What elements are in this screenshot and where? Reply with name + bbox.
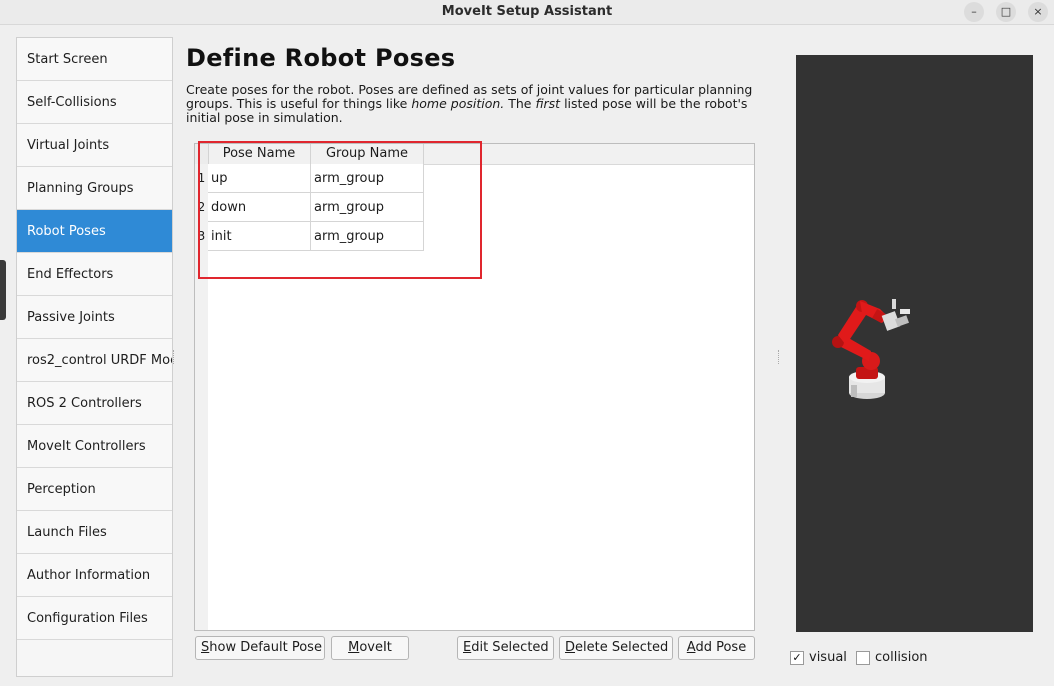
sidebar-item-label: Perception [27, 481, 96, 497]
sidebar-item-label: Planning Groups [27, 180, 134, 196]
sidebar-item-label: ros2_control URDF Moc [27, 352, 172, 368]
sidebar-nav: Start Screen Self-Collisions Virtual Joi… [16, 37, 173, 677]
sidebar-item-author-information[interactable]: Author Information [17, 554, 172, 597]
window-titlebar: MoveIt Setup Assistant – □ × [0, 0, 1054, 25]
sidebar-item-launch-files[interactable]: Launch Files [17, 511, 172, 554]
pose-name-cell[interactable]: up [208, 164, 311, 193]
dock-edge [0, 260, 6, 320]
sidebar-item-label: Launch Files [27, 524, 107, 540]
sidebar-item-moveit-controllers[interactable]: MoveIt Controllers [17, 425, 172, 468]
robot-3d-viewer[interactable] [796, 55, 1033, 632]
table-row[interactable]: 3 init arm_group [195, 222, 424, 251]
sidebar-item-perception[interactable]: Perception [17, 468, 172, 511]
moveit-button[interactable]: MoveIt [331, 636, 409, 660]
sidebar-item-ros2-controllers[interactable]: ROS 2 Controllers [17, 382, 172, 425]
collision-toggle[interactable]: collision [856, 650, 928, 665]
sidebar-item-robot-poses[interactable]: Robot Poses [17, 210, 172, 253]
collision-label: collision [875, 650, 928, 665]
group-name-cell[interactable]: arm_group [311, 193, 424, 222]
robot-arm-model [832, 299, 910, 399]
delete-selected-button[interactable]: Delete Selected [559, 636, 673, 660]
edit-selected-button[interactable]: Edit Selected [457, 636, 554, 660]
close-button[interactable]: × [1028, 2, 1048, 22]
collision-checkbox[interactable] [856, 650, 870, 665]
group-name-cell[interactable]: arm_group [311, 222, 424, 251]
column-header-pose-name[interactable]: Pose Name [208, 144, 311, 164]
window-title: MoveIt Setup Assistant [441, 4, 613, 19]
sidebar-item-label: Start Screen [27, 51, 108, 67]
group-name-cell[interactable]: arm_group [311, 164, 424, 193]
sidebar-item-start-screen[interactable]: Start Screen [17, 38, 172, 81]
right-splitter-handle[interactable] [778, 350, 781, 364]
sidebar-item-label: Robot Poses [27, 223, 106, 239]
sidebar-item-label: Self-Collisions [27, 94, 117, 110]
table-row[interactable]: 2 down arm_group [195, 193, 424, 222]
sidebar-item-planning-groups[interactable]: Planning Groups [17, 167, 172, 210]
pose-name-cell[interactable]: init [208, 222, 311, 251]
sidebar-item-label: End Effectors [27, 266, 114, 282]
sidebar-item-label: Author Information [27, 567, 151, 583]
sidebar-item-label: ROS 2 Controllers [27, 395, 142, 411]
maximize-button[interactable]: □ [996, 2, 1016, 22]
sidebar-item-label: Configuration Files [27, 610, 148, 626]
add-pose-button[interactable]: Add Pose [678, 636, 755, 660]
sidebar-item-ros2-control-urdf[interactable]: ros2_control URDF Moc [17, 339, 172, 382]
visual-label: visual [809, 650, 847, 665]
poses-table[interactable]: Pose Name Group Name 1 up arm_group 2 do… [194, 143, 755, 631]
column-header-group-name[interactable]: Group Name [311, 144, 424, 164]
show-default-pose-button[interactable]: Show Default Pose [195, 636, 325, 660]
visual-toggle[interactable]: ✓ visual [790, 650, 847, 665]
sidebar-item-passive-joints[interactable]: Passive Joints [17, 296, 172, 339]
visual-checkbox[interactable]: ✓ [790, 650, 804, 665]
table-corner [195, 144, 209, 164]
row-number: 1 [195, 164, 208, 193]
sidebar-item-self-collisions[interactable]: Self-Collisions [17, 81, 172, 124]
row-number: 2 [195, 193, 208, 222]
minimize-button[interactable]: – [964, 2, 984, 22]
pose-name-cell[interactable]: down [208, 193, 311, 222]
sidebar-item-end-effectors[interactable]: End Effectors [17, 253, 172, 296]
sidebar-item-label: MoveIt Controllers [27, 438, 146, 454]
left-splitter-handle[interactable] [173, 350, 176, 364]
row-number: 3 [195, 222, 208, 251]
page-title: Define Robot Poses [186, 44, 456, 72]
sidebar-item-label: Passive Joints [27, 309, 115, 325]
page-description: Create poses for the robot. Poses are de… [186, 82, 753, 125]
sidebar-item-configuration-files[interactable]: Configuration Files [17, 597, 172, 640]
sidebar-item-virtual-joints[interactable]: Virtual Joints [17, 124, 172, 167]
sidebar-item-label: Virtual Joints [27, 137, 110, 153]
table-row[interactable]: 1 up arm_group [195, 164, 424, 193]
